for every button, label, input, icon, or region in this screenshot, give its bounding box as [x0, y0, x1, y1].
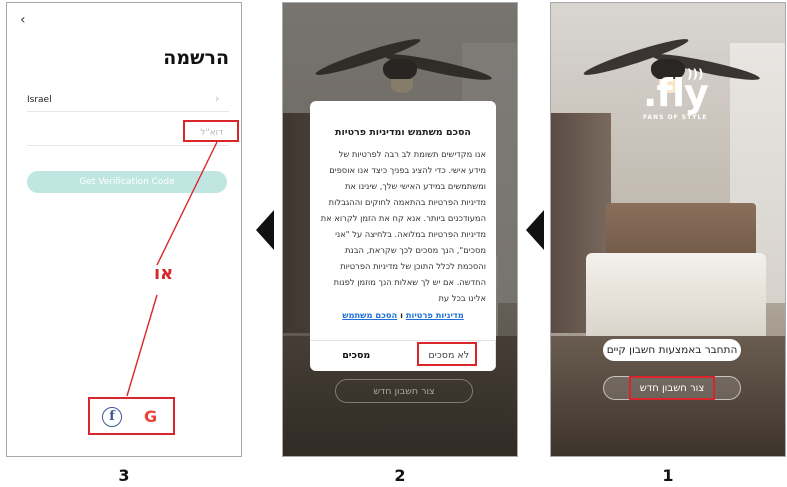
dialog-body: אנו מקדישים תשומת לב רבה לפרטיות של מידע… [320, 149, 486, 303]
arrow-left-icon [256, 210, 274, 250]
highlight-create-account [629, 376, 715, 400]
connector-lines [126, 141, 218, 397]
policy-links: מדיניות פרטיות ו הסכם משתמש [310, 310, 496, 320]
phone-screen-2: צור חשבון חדש הסכם משתמש ומדיניות פרטיות… [282, 2, 518, 457]
step-number-2: 2 [394, 466, 406, 485]
arrow-left-icon [526, 210, 544, 250]
login-existing-account-button[interactable]: התחבר באמצעות חשבון קיים [603, 339, 741, 361]
highlight-accept-button [417, 342, 477, 366]
bed [586, 253, 766, 343]
step-number-3: 3 [118, 466, 130, 485]
user-agreement-link[interactable]: הסכם משתמש [342, 310, 397, 320]
fly-logo: ))) .fly FANS OF STYLE [643, 67, 709, 121]
dialog-title: הסכם משתמש ומדיניות פרטיות [335, 127, 471, 138]
or-label: או [154, 263, 174, 284]
logo-tagline: FANS OF STYLE [643, 114, 708, 121]
privacy-agreement-dialog: הסכם משתמש ומדיניות פרטיות אנו מקדישים ת… [310, 101, 496, 371]
link-separator: ו [400, 310, 403, 320]
phone-screen-1: ))) .fly FANS OF STYLE התחבר באמצעות חשב… [550, 2, 786, 457]
wifi-icon: ))) [687, 67, 704, 81]
step-number-1: 1 [662, 466, 674, 485]
highlight-social-login [88, 397, 175, 435]
accept-button[interactable]: מסכים [310, 341, 403, 371]
create-account-button-dimmed: צור חשבון חדש [335, 379, 473, 403]
phone-screen-3: ‹ הרשמה Israel › דוא"ל Get Verification … [6, 2, 242, 457]
privacy-policy-link[interactable]: מדיניות פרטיות [406, 310, 464, 320]
